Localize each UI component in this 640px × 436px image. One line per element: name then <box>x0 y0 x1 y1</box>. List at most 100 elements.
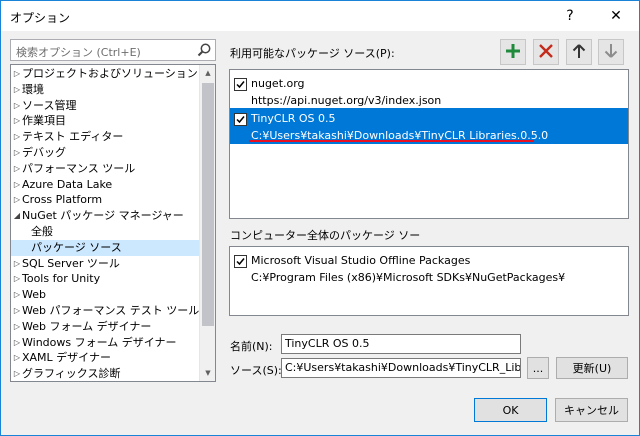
tree-item-label: Cross Platform <box>22 193 103 207</box>
browse-button[interactable]: ... <box>527 357 549 379</box>
collapsed-arrow-icon[interactable]: ▷ <box>12 98 22 114</box>
tree-item-label: パッケージ ソース <box>31 240 122 254</box>
options-dialog: オプション ? ✕ 検索オプション (Ctrl+E) ▷ プロジェクトおよびソリュ… <box>0 0 640 436</box>
tree-item-label: NuGet パッケージ マネージャー <box>22 209 184 223</box>
tree-item-label: デバッグ <box>22 146 66 159</box>
source-name: TinyCLR OS 0.5 <box>251 112 336 125</box>
tree-item-label: パフォーマンス ツール <box>22 161 136 175</box>
tree-item[interactable]: ▷ テキスト エディター <box>11 129 200 145</box>
collapsed-arrow-icon[interactable]: ▷ <box>12 145 22 161</box>
collapsed-arrow-icon[interactable]: ▷ <box>12 256 22 272</box>
tree-item-label: Web パフォーマンス テスト ツール <box>22 304 200 317</box>
collapsed-arrow-icon[interactable]: ▷ <box>12 161 22 177</box>
title-bar: オプション ? ✕ <box>1 1 639 31</box>
tree-item-label: Windows フォーム デザイナー <box>22 335 177 349</box>
tree-item-label: テキスト エディター <box>22 130 124 144</box>
tree-item-label: 全般 <box>31 225 53 238</box>
tree-item[interactable]: ▷ パフォーマンス ツール <box>11 161 200 177</box>
tree-item[interactable]: パッケージ ソース <box>11 239 200 256</box>
package-source-item[interactable]: nuget.org https://api.nuget.org/v3/index… <box>230 73 628 109</box>
tree-item[interactable]: ▷ Web フォーム デザイナー <box>11 319 200 335</box>
package-source-item[interactable]: Microsoft Visual Studio Offline Packages… <box>230 250 628 286</box>
move-up-button[interactable] <box>566 39 592 65</box>
package-source-item-selected[interactable]: TinyCLR OS 0.5 C:¥Users¥takashi¥Download… <box>230 108 628 144</box>
available-sources-label: 利用可能なパッケージ ソース(P): <box>230 47 395 60</box>
source-checkbox[interactable] <box>234 78 247 91</box>
arrow-up-icon <box>572 43 586 62</box>
red-underline-annotation <box>249 140 534 142</box>
tree-item-label: 環境 <box>22 82 44 96</box>
tree-item[interactable]: ▷ グラフィックス診断 <box>11 366 200 381</box>
scroll-up-icon[interactable]: ▲ <box>200 65 215 81</box>
collapsed-arrow-icon[interactable]: ▷ <box>12 82 22 98</box>
source-checkbox[interactable] <box>234 255 247 268</box>
tree-item-label: 作業項目 <box>22 114 66 128</box>
tree-item[interactable]: ▷ ソース管理 <box>11 98 200 114</box>
source-name: Microsoft Visual Studio Offline Packages <box>251 254 471 267</box>
tree-item-label: Web <box>22 288 46 302</box>
tree-item[interactable]: ▷ プロジェクトおよびソリューション <box>11 66 200 82</box>
name-label: 名前(N): <box>230 340 273 353</box>
collapsed-arrow-icon[interactable]: ▷ <box>12 271 22 287</box>
tree-item-label: グラフィックス診断 <box>22 367 121 381</box>
collapsed-arrow-icon[interactable]: ▷ <box>12 350 22 366</box>
ok-button[interactable]: OK <box>474 398 547 422</box>
tree-item[interactable]: ◢ NuGet パッケージ マネージャー <box>11 208 200 224</box>
move-down-button[interactable] <box>598 39 624 65</box>
source-checkbox[interactable] <box>234 113 247 126</box>
search-icon[interactable] <box>196 42 212 58</box>
remove-source-button[interactable] <box>533 39 559 65</box>
name-field[interactable]: TinyCLR OS 0.5 <box>281 334 521 354</box>
collapsed-arrow-icon[interactable]: ▷ <box>12 192 22 208</box>
expanded-arrow-icon[interactable]: ◢ <box>12 208 22 224</box>
machine-sources-label: コンピューター全体のパッケージ ソー <box>230 229 421 242</box>
collapsed-arrow-icon[interactable]: ▷ <box>12 113 22 129</box>
x-icon <box>538 43 554 62</box>
tree-item[interactable]: ▷ Web <box>11 287 200 303</box>
collapsed-arrow-icon[interactable]: ▷ <box>12 66 22 82</box>
tree-item[interactable]: ▷ 環境 <box>11 82 200 98</box>
search-placeholder: 検索オプション (Ctrl+E) <box>16 46 141 59</box>
collapsed-arrow-icon[interactable]: ▷ <box>12 335 22 351</box>
tree-item-label: ソース管理 <box>22 98 77 112</box>
tree-item[interactable]: ▷ デバッグ <box>11 145 200 161</box>
cancel-button[interactable]: キャンセル <box>555 398 628 422</box>
collapsed-arrow-icon[interactable]: ▷ <box>12 303 22 319</box>
collapsed-arrow-icon[interactable]: ▷ <box>12 129 22 145</box>
collapsed-arrow-icon[interactable]: ▷ <box>12 319 22 335</box>
update-button[interactable]: 更新(U) <box>556 357 628 379</box>
tree-item-label: SQL Server ツール <box>22 256 120 270</box>
arrow-down-icon <box>604 43 618 62</box>
collapsed-arrow-icon[interactable]: ▷ <box>12 177 22 193</box>
tree-item[interactable]: ▷ Azure Data Lake <box>11 177 200 193</box>
source-field[interactable]: C:¥Users¥takashi¥Downloads¥TinyCLR_Libra… <box>281 358 521 378</box>
source-name: nuget.org <box>251 77 305 90</box>
tree-item-label: XAML デザイナー <box>22 351 111 365</box>
source-url: https://api.nuget.org/v3/index.json <box>251 94 442 107</box>
tree-item-label: Tools for Unity <box>22 272 101 286</box>
tree-item[interactable]: ▷ Windows フォーム デザイナー <box>11 335 200 351</box>
machine-source-list[interactable]: Microsoft Visual Studio Offline Packages… <box>229 246 629 316</box>
help-button[interactable]: ? <box>547 1 593 31</box>
collapsed-arrow-icon[interactable]: ▷ <box>12 287 22 303</box>
add-source-button[interactable] <box>500 39 526 65</box>
tree-item-label: Web フォーム デザイナー <box>22 319 152 333</box>
options-tree[interactable]: ▷ プロジェクトおよびソリューション ▷ 環境 ▷ ソース管理 ▷ 作業項目 ▷ テキスト エディ… <box>10 64 216 382</box>
tree-item[interactable]: ▷ Tools for Unity <box>11 271 200 287</box>
search-input[interactable]: 検索オプション (Ctrl+E) <box>10 39 216 61</box>
collapsed-arrow-icon[interactable]: ▷ <box>12 366 22 381</box>
tree-item-label: Azure Data Lake <box>22 177 113 191</box>
tree-item[interactable]: ▷ Web パフォーマンス テスト ツール <box>11 303 200 319</box>
tree-item[interactable]: 全般 <box>11 224 200 240</box>
tree-item[interactable]: ▷ 作業項目 <box>11 113 200 129</box>
tree-item[interactable]: ▷ SQL Server ツール <box>11 256 200 272</box>
tree-item[interactable]: ▷ Cross Platform <box>11 192 200 208</box>
scroll-down-icon[interactable]: ▼ <box>200 365 215 381</box>
package-source-list[interactable]: nuget.org https://api.nuget.org/v3/index… <box>229 69 629 219</box>
tree-item-label: プロジェクトおよびソリューション <box>22 67 198 80</box>
close-button[interactable]: ✕ <box>593 1 639 31</box>
tree-scrollbar[interactable]: ▲ ▼ <box>199 65 215 381</box>
source-url: C:¥Program Files (x86)¥Microsoft SDKs¥Nu… <box>251 271 566 284</box>
tree-item[interactable]: ▷ XAML デザイナー <box>11 350 200 366</box>
scroll-thumb[interactable] <box>202 83 214 326</box>
